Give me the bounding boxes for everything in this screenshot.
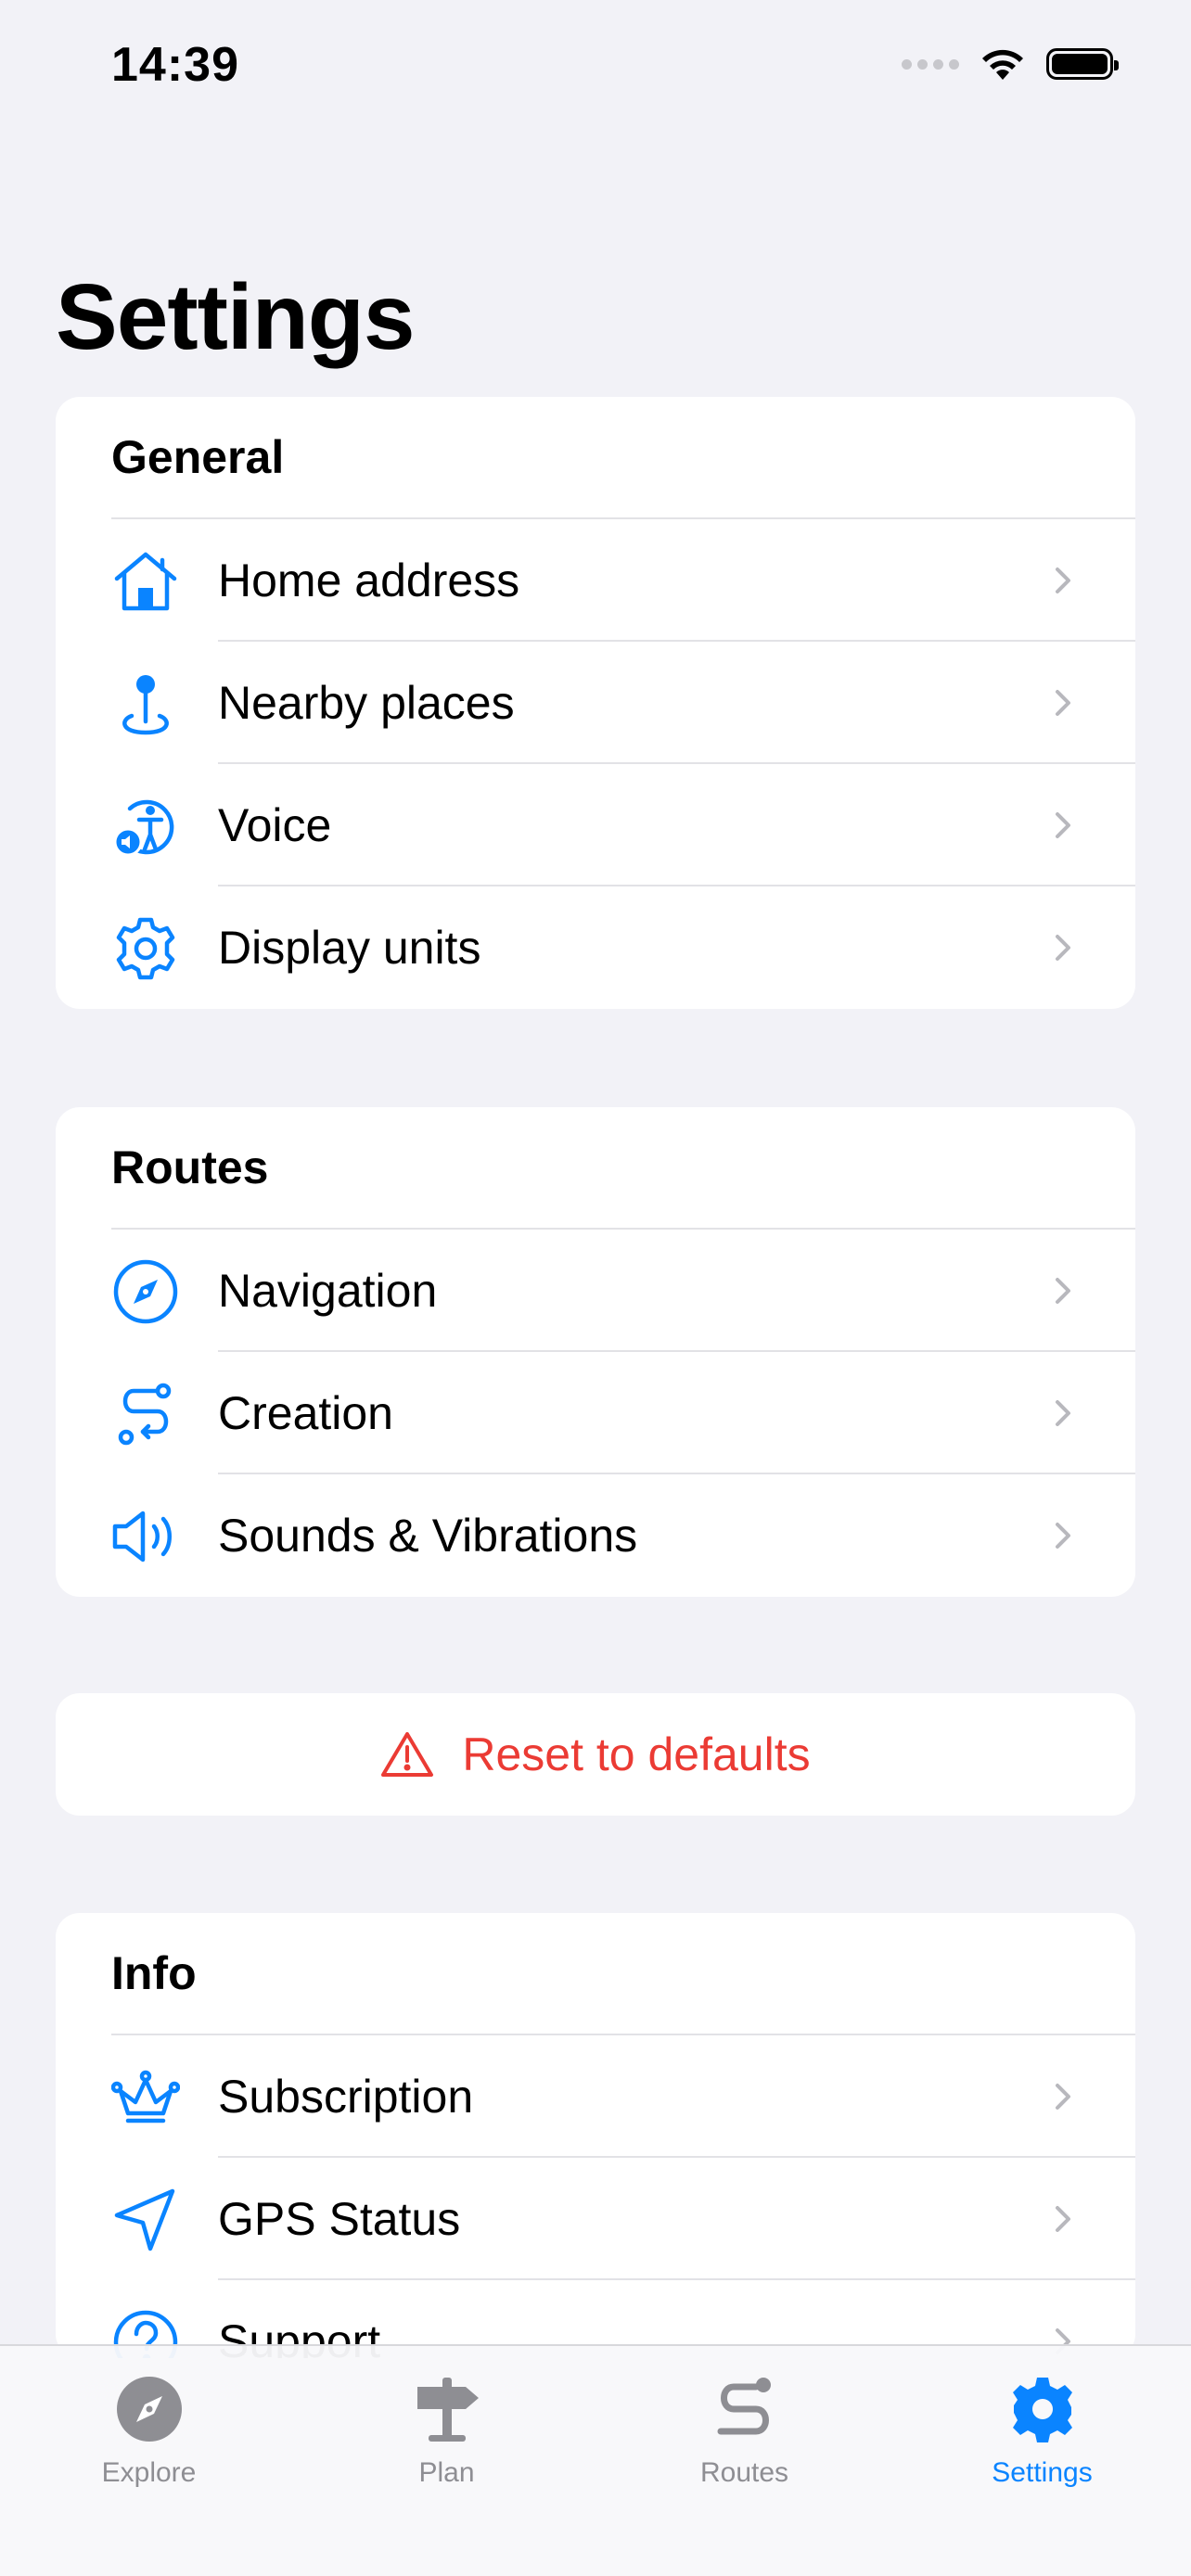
battery-icon — [1046, 48, 1119, 80]
crown-icon — [111, 2063, 180, 2132]
tab-explore-label: Explore — [101, 2457, 197, 2488]
voice-row[interactable]: Voice — [56, 764, 1135, 886]
tab-plan[interactable]: Plan — [298, 2363, 596, 2548]
chevron-right-icon — [1056, 567, 1070, 593]
routes-section-header: Routes — [111, 1107, 1135, 1230]
tab-routes[interactable]: Routes — [596, 2363, 893, 2548]
chevron-right-icon — [1056, 1400, 1070, 1426]
tab-plan-label: Plan — [418, 2457, 475, 2488]
nearby-places-label: Nearby places — [218, 677, 515, 729]
speaker-icon — [111, 1502, 180, 1571]
location-arrow-icon — [111, 2186, 180, 2254]
subscription-row[interactable]: Subscription — [56, 2035, 1135, 2158]
compass-icon — [111, 1257, 180, 1326]
info-section-header: Info — [111, 1913, 1135, 2035]
tab-settings[interactable]: Settings — [893, 2363, 1191, 2548]
tab-bar: Explore Plan Routes Settings — [0, 2344, 1191, 2576]
navigation-row[interactable]: Navigation — [56, 1230, 1135, 1352]
sounds-vibrations-row[interactable]: Sounds & Vibrations — [56, 1474, 1135, 1597]
navigation-label: Navigation — [218, 1265, 438, 1317]
route-tab-icon — [706, 2370, 784, 2448]
creation-label: Creation — [218, 1387, 393, 1439]
chevron-right-icon — [1056, 935, 1070, 961]
status-icons — [902, 46, 1119, 82]
chevron-right-icon — [1056, 2206, 1070, 2232]
home-address-label: Home address — [218, 555, 520, 606]
accessibility-voice-icon — [111, 792, 180, 861]
creation-row[interactable]: Creation — [56, 1352, 1135, 1474]
gear-icon — [111, 914, 180, 983]
sounds-vibrations-label: Sounds & Vibrations — [218, 1510, 638, 1562]
page-title: Settings — [56, 265, 415, 369]
warning-triangle-icon — [381, 1732, 434, 1777]
general-section: General Home address Nearby places Voice… — [56, 397, 1135, 1009]
info-section: Info Subscription GPS Status Support — [56, 1913, 1135, 2358]
gps-status-row[interactable]: GPS Status — [56, 2158, 1135, 2280]
location-pin-icon — [111, 670, 180, 738]
routes-section: Routes Navigation Creation Sounds & Vibr… — [56, 1107, 1135, 1597]
reset-to-defaults-button[interactable]: Reset to defaults — [56, 1693, 1135, 1816]
chevron-right-icon — [1056, 812, 1070, 838]
chevron-right-icon — [1056, 1523, 1070, 1549]
home-address-row[interactable]: Home address — [56, 519, 1135, 642]
gear-tab-icon — [1004, 2370, 1082, 2448]
status-bar: 14:39 — [0, 0, 1191, 130]
signpost-icon — [408, 2370, 486, 2448]
compass-tab-icon — [110, 2370, 188, 2448]
display-units-label: Display units — [218, 922, 481, 974]
gps-status-label: GPS Status — [218, 2193, 461, 2245]
tab-explore[interactable]: Explore — [0, 2363, 298, 2548]
house-icon — [111, 547, 180, 616]
tab-routes-label: Routes — [699, 2457, 789, 2488]
reset-to-defaults-label: Reset to defaults — [462, 1728, 811, 1780]
route-path-icon — [111, 1380, 180, 1448]
subscription-label: Subscription — [218, 2071, 474, 2123]
status-time: 14:39 — [111, 38, 239, 92]
voice-label: Voice — [218, 799, 332, 851]
chevron-right-icon — [1056, 1278, 1070, 1304]
nearby-places-row[interactable]: Nearby places — [56, 642, 1135, 764]
chevron-right-icon — [1056, 690, 1070, 716]
wifi-icon — [982, 49, 1023, 80]
tab-settings-label: Settings — [992, 2457, 1093, 2488]
chevron-right-icon — [1056, 2084, 1070, 2110]
general-section-header: General — [111, 397, 1135, 519]
display-units-row[interactable]: Display units — [56, 886, 1135, 1009]
cellular-signal-icon — [902, 58, 959, 70]
